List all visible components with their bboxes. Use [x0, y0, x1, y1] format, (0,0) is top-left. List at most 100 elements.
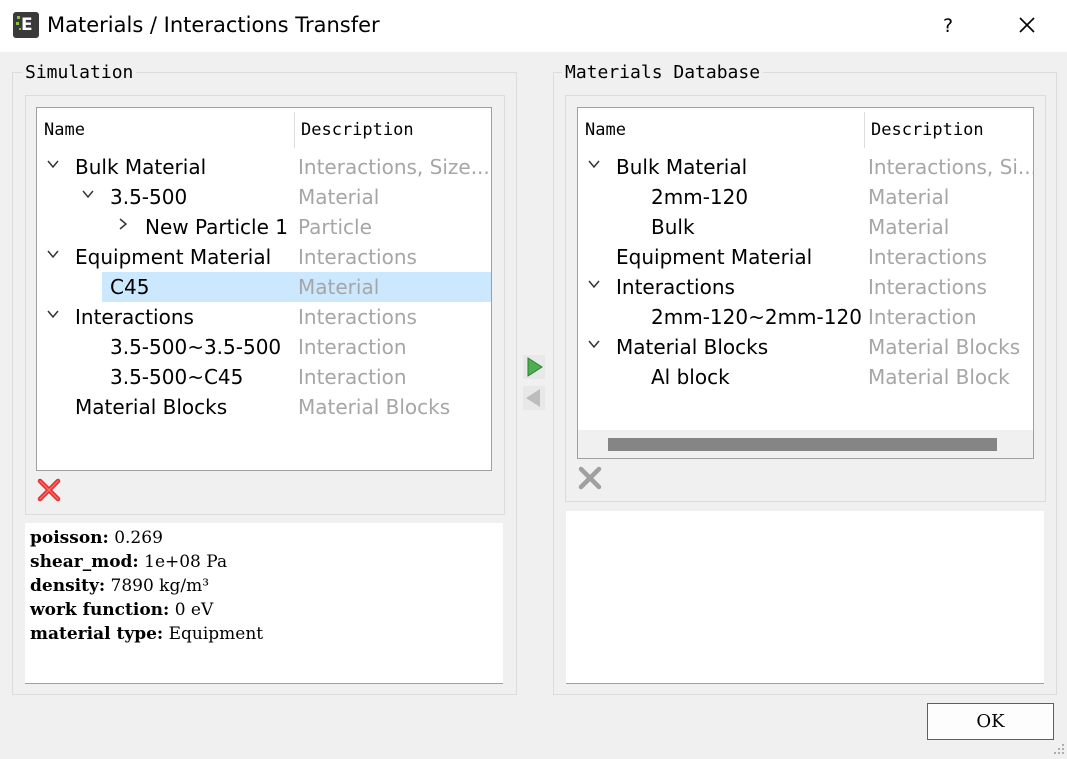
- property-line: work function: 0 eV: [30, 600, 213, 620]
- tree-row[interactable]: Bulk Material: [578, 212, 1033, 242]
- window-title: Materials / Interactions Transfer: [47, 13, 380, 37]
- property-key: work function:: [30, 600, 170, 620]
- tree-header: Name Description: [578, 108, 1033, 152]
- close-icon[interactable]: [1012, 10, 1042, 40]
- tree-row[interactable]: New Particle 1 Particle: [37, 212, 491, 242]
- resize-grip-icon[interactable]: [1052, 740, 1065, 754]
- tree-item-description: Interaction: [298, 335, 407, 359]
- database-properties-panel: [566, 511, 1044, 684]
- app-icon: E: [13, 12, 39, 38]
- chevron-down-icon[interactable]: [586, 336, 602, 356]
- column-header-name[interactable]: Name: [44, 120, 85, 140]
- tree-item-description: Material: [868, 185, 950, 209]
- column-header-name[interactable]: Name: [585, 120, 626, 140]
- tree-item-name: Al block: [651, 365, 730, 389]
- tree-row[interactable]: Bulk Material Interactions, Si...: [578, 152, 1033, 182]
- horizontal-scrollbar[interactable]: [578, 430, 1033, 458]
- tree-row[interactable]: Interactions Interactions: [578, 272, 1033, 302]
- chevron-down-icon[interactable]: [586, 156, 602, 176]
- simulation-tree[interactable]: Name Description Bulk Material Interactio…: [36, 107, 492, 471]
- tree-item-description: Material: [298, 275, 380, 299]
- column-divider[interactable]: [864, 112, 865, 148]
- tree-item-name: Equipment Material: [75, 245, 272, 269]
- tree-header: Name Description: [37, 108, 491, 152]
- tree-item-name: 2mm-120~2mm-120: [651, 305, 862, 329]
- tree-row[interactable]: 3.5-500 Material: [37, 182, 491, 212]
- simulation-group-label: Simulation: [22, 62, 137, 83]
- tree-item-description: Material Blocks: [298, 395, 451, 419]
- tree-item-description: Material: [868, 215, 950, 239]
- database-group-label: Materials Database: [562, 62, 764, 83]
- property-key: poisson:: [30, 528, 109, 548]
- delete-icon[interactable]: [36, 477, 62, 503]
- property-line: material type: Equipment: [30, 624, 263, 644]
- delete-disabled-icon[interactable]: [577, 465, 603, 491]
- title-bar: E Materials / Interactions Transfer ?: [0, 0, 1067, 52]
- tree-row[interactable]: Al block Material Block: [578, 362, 1033, 392]
- column-divider[interactable]: [294, 112, 295, 148]
- help-button[interactable]: ?: [936, 12, 960, 40]
- tree-item-description: Interactions: [298, 245, 417, 269]
- property-value: Equipment: [163, 624, 264, 644]
- tree-item-name: Material Blocks: [75, 395, 228, 419]
- tree-row[interactable]: Interactions Interactions: [37, 302, 491, 332]
- chevron-down-icon[interactable]: [80, 186, 96, 206]
- tree-item-name: 3.5-500~C45: [110, 365, 244, 389]
- tree-row[interactable]: 2mm-120~2mm-120 Interaction: [578, 302, 1033, 332]
- chevron-down-icon[interactable]: [45, 306, 61, 326]
- property-value: 0 eV: [169, 600, 214, 620]
- tree-item-name: Interactions: [616, 275, 735, 299]
- tree-item-description: Particle: [298, 215, 372, 239]
- tree-item-name: 3.5-500~3.5-500: [110, 335, 282, 359]
- tree-item-description: Material: [298, 185, 380, 209]
- tree-item-name: Equipment Material: [616, 245, 813, 269]
- property-key: density:: [30, 576, 106, 596]
- property-value: 0.269: [108, 528, 163, 548]
- chevron-down-icon[interactable]: [45, 246, 61, 266]
- tree-row[interactable]: Equipment Material Interactions: [578, 242, 1033, 272]
- tree-row[interactable]: Bulk Material Interactions, Size...: [37, 152, 491, 182]
- tree-item-name: Bulk Material: [75, 155, 207, 179]
- database-tree[interactable]: Name Description Bulk Material Interactio…: [577, 107, 1034, 459]
- chevron-down-icon[interactable]: [45, 156, 61, 176]
- property-value: 1e+08 Pa: [138, 552, 228, 572]
- property-line: poisson: 0.269: [30, 528, 163, 548]
- tree-row[interactable]: Material Blocks Material Blocks: [37, 392, 491, 422]
- transfer-left-arrow-icon[interactable]: [523, 386, 545, 410]
- tree-item-description: Interactions, Si...: [868, 155, 1034, 179]
- tree-row[interactable]: 3.5-500~C45 Interaction: [37, 362, 491, 392]
- property-line: shear_mod: 1e+08 Pa: [30, 552, 227, 572]
- ok-button[interactable]: OK: [927, 703, 1054, 740]
- tree-item-description: Interaction: [868, 305, 977, 329]
- tree-item-description: Interactions, Size...: [298, 155, 490, 179]
- tree-row[interactable]: Equipment Material Interactions: [37, 242, 491, 272]
- properties-panel: poisson: 0.269 shear_mod: 1e+08 Pa density…: [25, 523, 503, 684]
- tree-item-description: Interactions: [298, 305, 417, 329]
- tree-row[interactable]: 2mm-120 Material: [578, 182, 1033, 212]
- tree-item-description: Interaction: [298, 365, 407, 389]
- transfer-right-arrow-icon[interactable]: [523, 355, 545, 379]
- column-header-description[interactable]: Description: [301, 120, 414, 140]
- tree-item-name: Material Blocks: [616, 335, 769, 359]
- tree-item-name: Bulk Material: [616, 155, 748, 179]
- chevron-down-icon[interactable]: [586, 276, 602, 296]
- property-line: density: 7890 kg/m³: [30, 576, 209, 596]
- tree-row[interactable]: C45 Material: [102, 272, 491, 302]
- tree-item-name: 3.5-500: [110, 185, 188, 209]
- property-key: material type:: [30, 624, 164, 644]
- tree-item-description: Interactions: [868, 275, 987, 299]
- property-key: shear_mod:: [30, 552, 139, 572]
- tree-item-name: New Particle 1: [145, 215, 288, 239]
- tree-item-name: C45: [110, 275, 150, 299]
- chevron-right-icon[interactable]: [115, 216, 131, 236]
- tree-item-name: Interactions: [75, 305, 194, 329]
- tree-item-description: Interactions: [868, 245, 987, 269]
- tree-item-name: Bulk: [651, 215, 695, 239]
- property-value: 7890 kg/m³: [105, 576, 210, 596]
- tree-row[interactable]: 3.5-500~3.5-500 Interaction: [37, 332, 491, 362]
- tree-row[interactable]: Material Blocks Material Blocks: [578, 332, 1033, 362]
- column-header-description[interactable]: Description: [871, 120, 984, 140]
- tree-item-description: Material Block: [868, 365, 1010, 389]
- tree-item-description: Material Blocks: [868, 335, 1021, 359]
- scrollbar-thumb[interactable]: [608, 438, 997, 451]
